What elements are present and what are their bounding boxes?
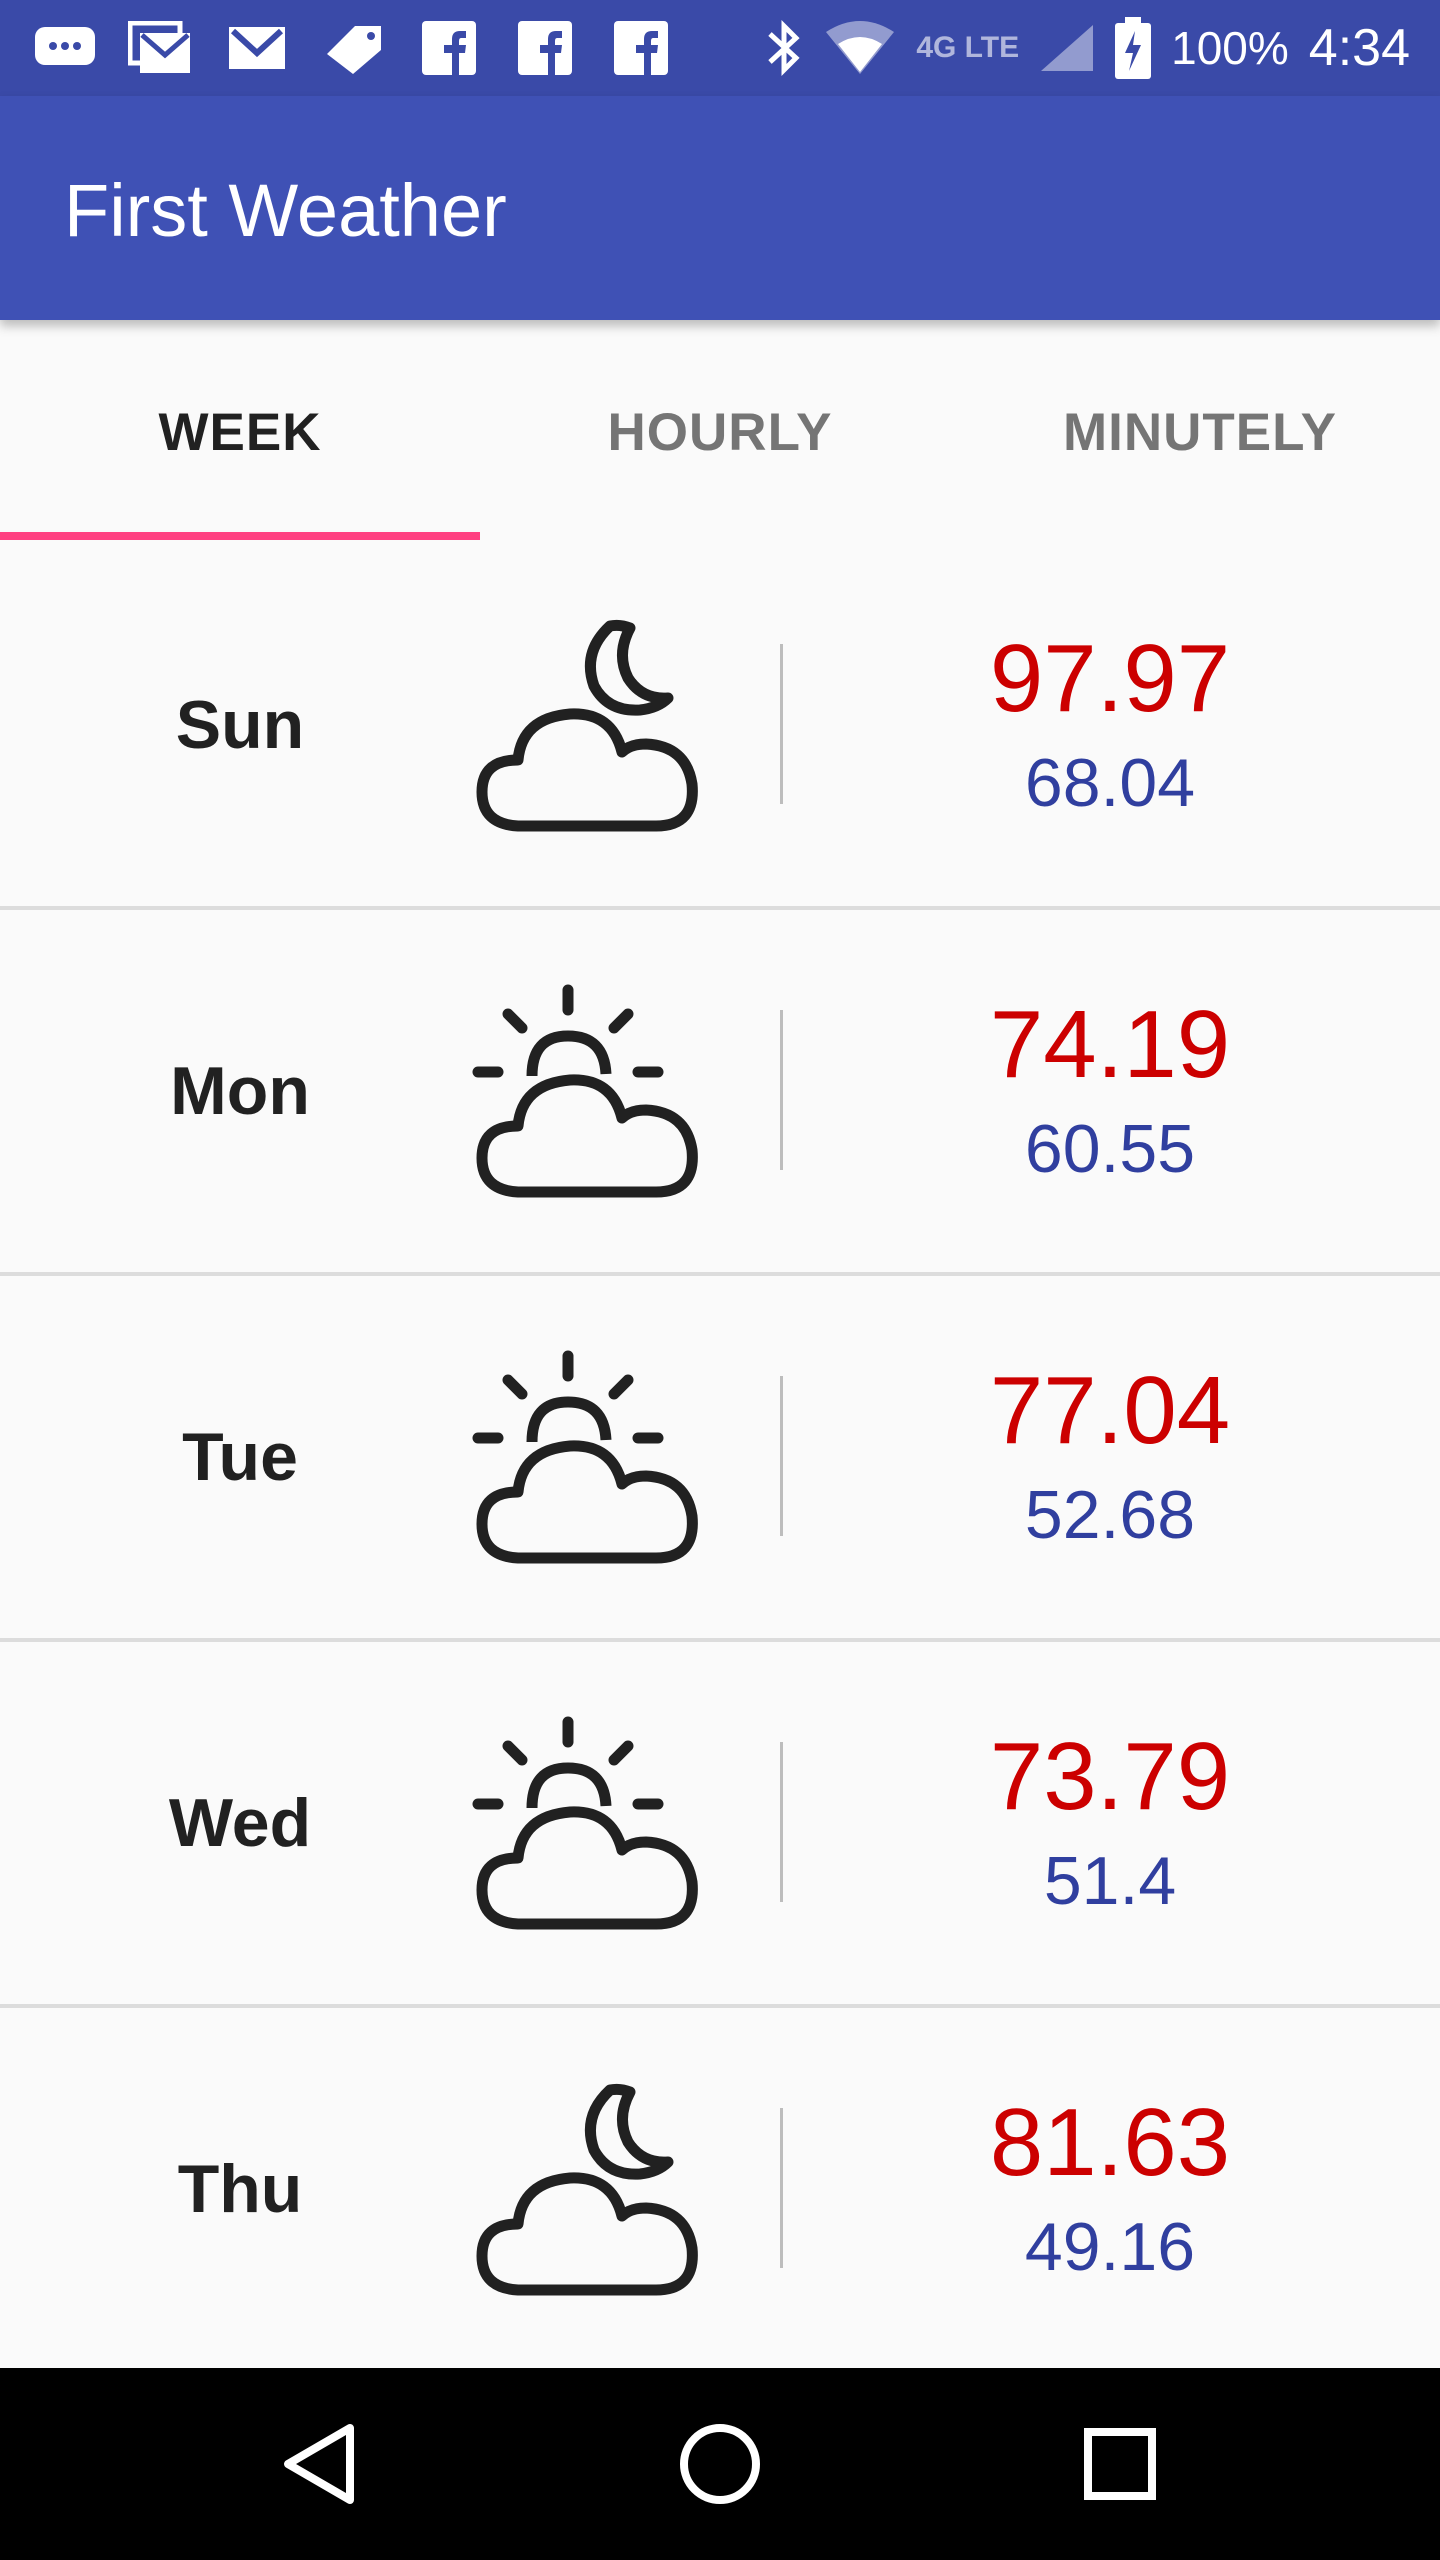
partly-cloudy-day-icon — [472, 984, 698, 1198]
app-title: First Weather — [64, 169, 507, 252]
forecast-list[interactable]: Sun 97.97 68.04 Mon 74.19 60.55 Tue 77.0… — [0, 544, 1440, 2374]
row-divider — [780, 1010, 783, 1170]
high-temp: 81.63 — [989, 2089, 1231, 2196]
forecast-row[interactable]: Sun 97.97 68.04 — [0, 544, 1440, 910]
system-icons: 4G LTE 100% 4:34 — [764, 14, 1410, 82]
battery-percent: 100% — [1171, 22, 1289, 74]
low-temp: 51.4 — [1043, 1843, 1177, 1919]
recents-button[interactable] — [1070, 2414, 1170, 2514]
battery-charging-icon — [1115, 17, 1152, 79]
navigation-bar — [0, 2368, 1440, 2560]
cloudy-night-icon — [476, 619, 698, 832]
low-temp: 52.68 — [1024, 1477, 1196, 1553]
low-temp: 68.04 — [1024, 745, 1196, 821]
back-button[interactable] — [270, 2414, 370, 2514]
facebook-icon — [606, 18, 676, 78]
day-label: Mon — [170, 1053, 310, 1129]
forecast-row[interactable]: Mon 74.19 60.55 — [0, 910, 1440, 1276]
status-bar: 4G LTE 100% 4:34 — [0, 0, 1440, 96]
forecast-row[interactable]: Tue 77.04 52.68 — [0, 1276, 1440, 1642]
row-divider — [780, 1742, 783, 1902]
low-temp: 60.55 — [1024, 1111, 1196, 1187]
day-label: Thu — [177, 2151, 303, 2227]
tag-icon — [318, 18, 388, 78]
bluetooth-icon — [768, 19, 800, 77]
tab-week[interactable]: WEEK — [0, 320, 480, 544]
low-temp: 49.16 — [1024, 2209, 1196, 2285]
home-button[interactable] — [670, 2414, 770, 2514]
high-temp: 77.04 — [989, 1357, 1231, 1464]
tab-hourly[interactable]: HOURLY — [480, 320, 960, 544]
network-type: 4G LTE — [916, 31, 1020, 64]
message-icon — [30, 18, 100, 78]
forecast-row[interactable]: Wed 73.79 51.4 — [0, 1642, 1440, 2008]
tab-indicator — [0, 532, 480, 540]
signal-icon — [1041, 25, 1094, 71]
partly-cloudy-day-icon — [472, 1350, 698, 1564]
facebook-icon — [414, 18, 484, 78]
high-temp: 73.79 — [989, 1723, 1231, 1830]
gmail-multiple-icon — [126, 18, 196, 78]
row-divider — [780, 1376, 783, 1536]
high-temp: 97.97 — [989, 625, 1231, 732]
app-bar: First Weather — [0, 96, 1440, 320]
cloudy-night-icon — [476, 2083, 698, 2296]
row-divider — [780, 2108, 783, 2268]
day-label: Tue — [182, 1419, 298, 1495]
forecast-row[interactable]: Thu 81.63 49.16 — [0, 2008, 1440, 2374]
notification-icons — [30, 14, 676, 82]
row-divider — [780, 644, 783, 804]
tab-minutely[interactable]: MINUTELY — [960, 320, 1440, 544]
high-temp: 74.19 — [989, 991, 1231, 1098]
day-label: Wed — [168, 1785, 312, 1861]
tab-bar: WEEK HOURLY MINUTELY — [0, 320, 1440, 544]
partly-cloudy-day-icon — [472, 1716, 698, 1930]
clock: 4:34 — [1308, 19, 1410, 77]
wifi-icon — [826, 21, 895, 74]
gmail-icon — [222, 18, 292, 78]
facebook-icon — [510, 18, 580, 78]
day-label: Sun — [175, 687, 305, 763]
